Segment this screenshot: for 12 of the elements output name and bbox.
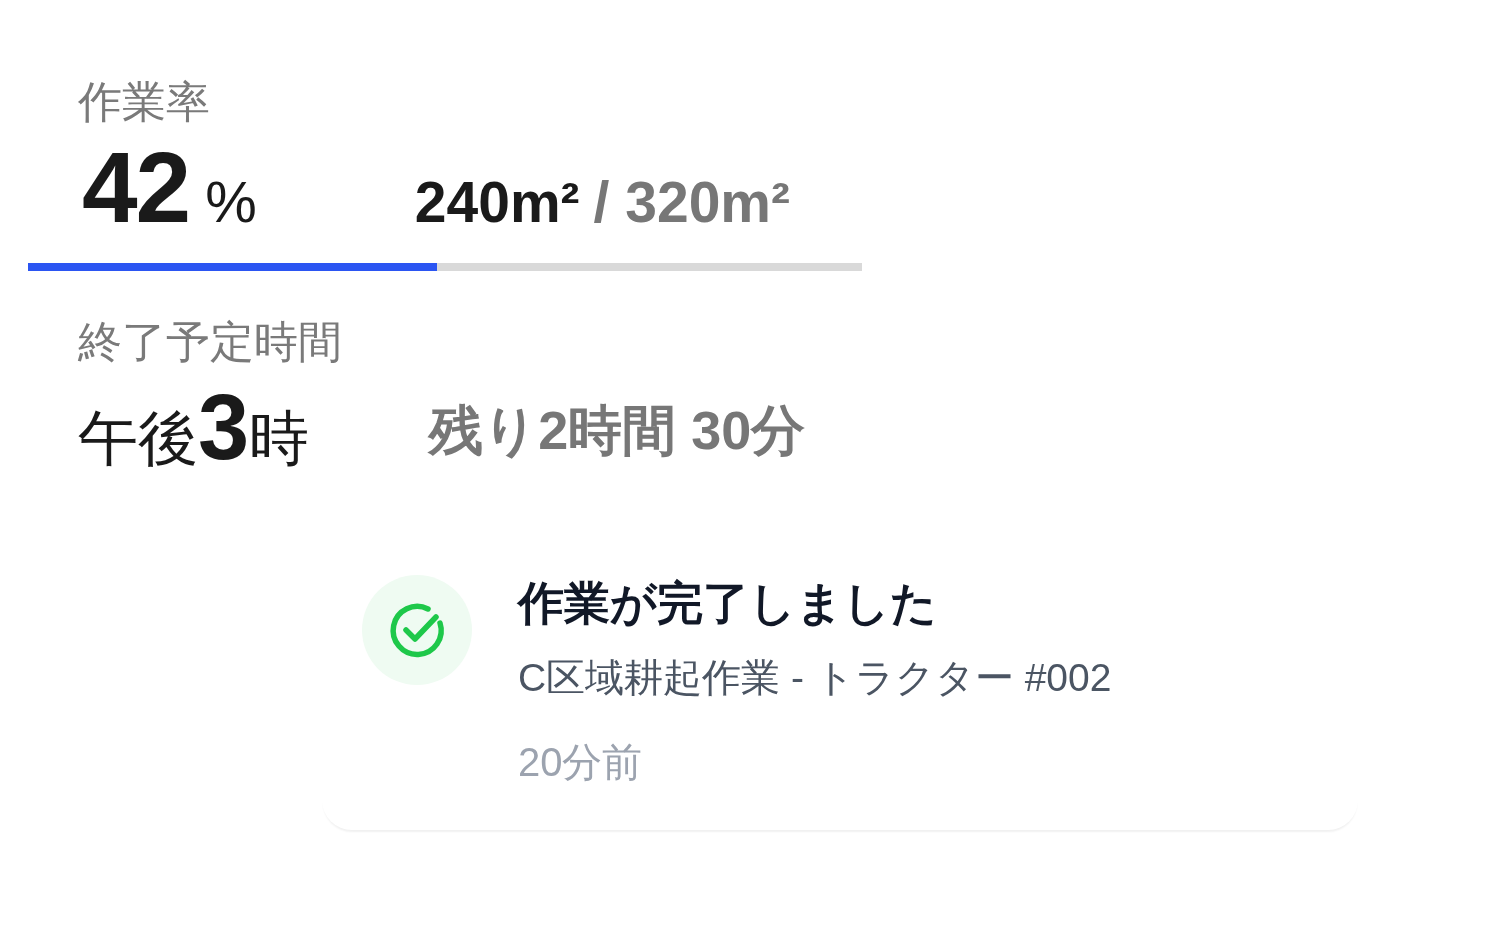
area-total: / 320m² xyxy=(593,169,791,236)
eta-label: 終了予定時間 xyxy=(78,316,342,368)
percent-value: 42 xyxy=(82,137,190,237)
check-circle-icon xyxy=(362,575,472,685)
progress-label: 作業率 xyxy=(78,76,210,128)
percent-unit: % xyxy=(205,168,257,236)
notification-detail: C区域耕起作業 - トラクター #002 xyxy=(518,655,1112,701)
remaining-time: 残り2時間 30分 xyxy=(429,399,806,462)
notification-title: 作業が完了しました xyxy=(518,576,938,631)
eta-time: 午後3時 xyxy=(78,382,310,480)
notification-time: 20分前 xyxy=(518,739,644,786)
area-done: 240m² xyxy=(414,169,580,236)
